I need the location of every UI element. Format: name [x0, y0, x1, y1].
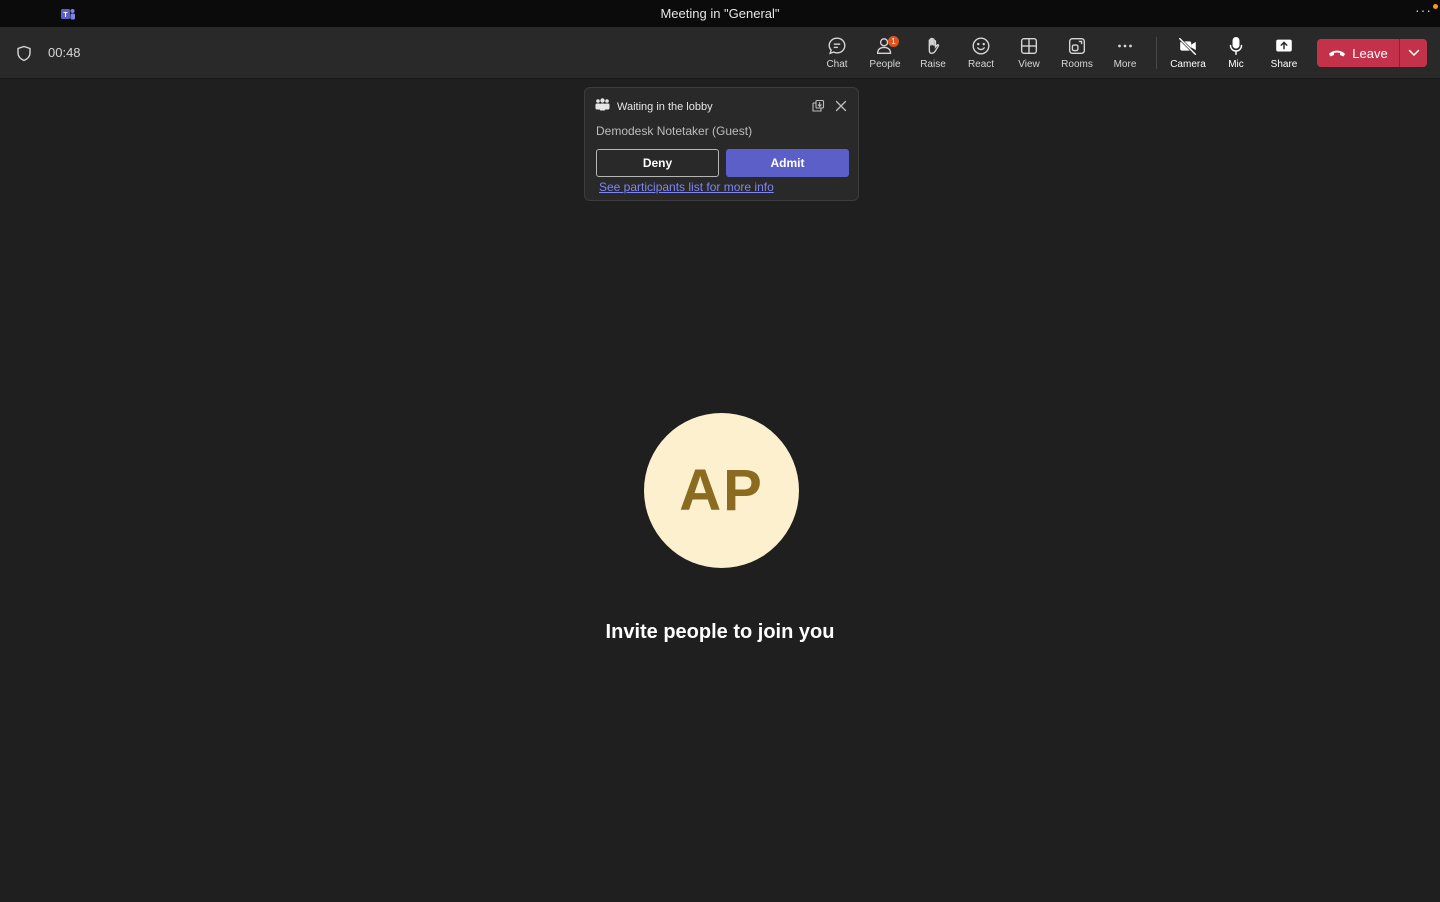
people-button[interactable]: 1 People — [861, 35, 909, 75]
share-icon — [1276, 39, 1292, 52]
chevron-down-icon — [1408, 49, 1419, 57]
meeting-toolbar: 00:48 Chat 1 People Raise React View Roo… — [0, 27, 1440, 79]
camera-label: Camera — [1170, 59, 1206, 70]
lobby-title: Waiting in the lobby — [617, 101, 713, 113]
leave-options-button[interactable] — [1400, 39, 1427, 67]
rooms-icon — [1068, 37, 1086, 55]
hang-up-icon — [1329, 50, 1346, 57]
leave-button-group: Leave — [1317, 39, 1427, 67]
raise-hand-icon — [928, 37, 940, 55]
more-label: More — [1113, 59, 1137, 70]
admit-button[interactable]: Admit — [726, 149, 849, 177]
people-group-icon — [595, 98, 610, 111]
share-button[interactable]: Share — [1260, 35, 1308, 75]
close-icon[interactable] — [835, 100, 847, 112]
participants-list-link[interactable]: See participants list for more info — [599, 180, 774, 194]
more-dots-icon — [1118, 44, 1132, 48]
rooms-label: Rooms — [1061, 59, 1093, 70]
window-title: Meeting in "General" — [660, 6, 780, 21]
notification-dot — [1433, 4, 1438, 9]
lobby-notification: Waiting in the lobby Demodesk Notetaker … — [584, 87, 859, 201]
mic-label: Mic — [1228, 59, 1244, 70]
invite-people-text: Invite people to join you — [605, 621, 835, 643]
pin-notification-icon[interactable] — [811, 99, 825, 113]
window-more-icon[interactable]: ··· — [1415, 2, 1432, 18]
react-button[interactable]: React — [957, 35, 1005, 75]
more-button[interactable]: More — [1101, 35, 1149, 75]
lobby-guest-name: Demodesk Notetaker (Guest) — [596, 124, 753, 138]
window-titlebar: T Meeting in "General" ··· — [0, 0, 1440, 27]
people-badge: 1 — [888, 36, 899, 47]
react-label: React — [967, 59, 995, 70]
view-grid-icon — [1020, 37, 1038, 55]
view-button[interactable]: View — [1005, 35, 1053, 75]
raise-hand-button[interactable]: Raise — [909, 35, 957, 75]
avatar: AP — [644, 413, 799, 568]
shield-icon[interactable] — [16, 45, 32, 62]
share-label: Share — [1270, 59, 1298, 70]
react-smile-icon — [972, 37, 990, 55]
camera-button[interactable]: Camera — [1164, 35, 1212, 75]
raise-label: Raise — [920, 59, 946, 70]
chat-icon — [828, 37, 846, 55]
camera-off-icon — [1178, 37, 1197, 56]
mic-button[interactable]: Mic — [1212, 35, 1260, 75]
leave-button[interactable]: Leave — [1317, 39, 1399, 67]
people-label: People — [869, 59, 901, 70]
chat-button[interactable]: Chat — [813, 35, 861, 75]
chat-label: Chat — [826, 59, 848, 70]
rooms-button[interactable]: Rooms — [1053, 35, 1101, 75]
view-label: View — [1018, 59, 1040, 70]
toolbar-divider — [1156, 37, 1157, 69]
mic-icon — [1229, 37, 1243, 55]
leave-label: Leave — [1352, 45, 1388, 61]
meeting-timer: 00:48 — [48, 45, 81, 60]
deny-button[interactable]: Deny — [596, 149, 719, 177]
